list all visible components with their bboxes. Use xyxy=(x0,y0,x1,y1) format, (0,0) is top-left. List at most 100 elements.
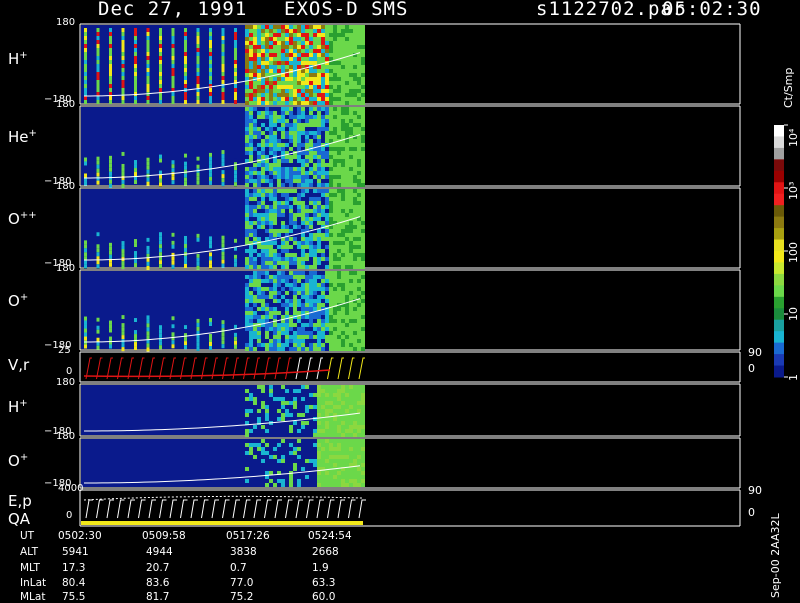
spectrogram-cell xyxy=(337,471,341,475)
spectrogram-cell xyxy=(234,68,237,72)
spectrogram-cell xyxy=(301,271,305,275)
spectrogram-cell xyxy=(333,421,337,425)
spectrogram-cell xyxy=(309,73,313,77)
spectrogram-cell xyxy=(109,155,112,160)
spectrogram-cell xyxy=(293,447,297,451)
spectrogram-cell xyxy=(325,311,329,315)
spectrogram-cell xyxy=(289,279,293,283)
spectrogram-cell xyxy=(361,253,365,257)
spectrogram-cell xyxy=(289,323,293,327)
spectrogram-cell xyxy=(234,60,237,64)
spectrogram-cell xyxy=(273,69,277,73)
spectrogram-cell xyxy=(265,127,269,131)
spectrogram-cell xyxy=(305,53,309,57)
spectrogram-cell xyxy=(257,271,261,275)
spectrogram-cell xyxy=(277,119,281,123)
spectrogram-cell xyxy=(353,37,357,41)
spectrogram-cell xyxy=(257,197,261,201)
spectrogram-cell xyxy=(261,93,265,97)
spectrogram-cell xyxy=(265,479,269,483)
spectrogram-cell xyxy=(245,429,249,433)
spectrogram-cell xyxy=(353,245,357,249)
spectrogram-cell xyxy=(171,92,175,96)
spectrogram-cell xyxy=(317,193,321,197)
spectrogram-cell xyxy=(305,115,309,119)
spectrogram-cell xyxy=(313,183,317,187)
spectrogram-cell xyxy=(333,241,337,245)
spectrogram-cell xyxy=(301,283,305,287)
spectrogram-cell xyxy=(289,41,293,45)
spectrogram-cell xyxy=(361,65,365,69)
spectrogram-cell xyxy=(313,197,317,201)
spectrogram-cell xyxy=(329,81,333,85)
spectrogram-cell xyxy=(249,343,253,347)
spectrogram-cell xyxy=(234,254,237,259)
spectrogram-cell xyxy=(361,397,365,401)
spectrogram-cell xyxy=(329,257,333,261)
spectrogram-cell xyxy=(273,171,277,175)
spectrogram-cell xyxy=(301,327,305,331)
spectrogram-cell xyxy=(277,245,281,249)
spectrogram-cell xyxy=(317,147,321,151)
spectrogram-cell xyxy=(341,49,345,53)
spectrogram-cell xyxy=(273,179,277,183)
spectrogram-cell xyxy=(245,315,249,319)
spectrogram-cell xyxy=(273,393,277,397)
energy-trace xyxy=(96,499,104,519)
spectrogram-cell xyxy=(245,57,249,61)
spectrogram-cell xyxy=(261,111,265,115)
spectrogram-cell xyxy=(257,287,261,291)
spectrogram-cell xyxy=(261,143,265,147)
spectrogram-cell xyxy=(353,81,357,85)
spectrogram-cell xyxy=(269,405,273,409)
spectrogram-cell xyxy=(329,241,333,245)
spectrogram-cell xyxy=(353,347,357,351)
spectrogram-cell xyxy=(353,447,357,451)
spectrogram-cell xyxy=(245,41,249,45)
spectrogram-cell xyxy=(325,171,329,175)
spectrogram-cell xyxy=(333,89,337,93)
spectrogram-cell xyxy=(325,393,329,397)
spectrogram-cell xyxy=(121,335,125,340)
spectrogram-cell xyxy=(171,232,175,237)
spectrogram-cell xyxy=(329,213,333,217)
spectrogram-cell xyxy=(349,29,353,33)
spectrogram-cell xyxy=(361,205,365,209)
spectrogram-cell xyxy=(253,483,257,487)
spectrogram-cell xyxy=(301,213,305,217)
spectrogram-cell xyxy=(293,205,297,209)
spectrogram-cell xyxy=(289,421,293,425)
spectrogram-cell xyxy=(261,205,265,209)
spectrogram-cell xyxy=(329,29,333,33)
spectrogram-cell xyxy=(249,299,253,303)
spectrogram-cell xyxy=(285,257,289,261)
spectrogram-cell xyxy=(325,261,329,265)
spectrogram-cell xyxy=(297,319,301,323)
spectrogram-cell xyxy=(109,32,112,36)
spectrogram-cell xyxy=(285,111,289,115)
spectrogram-cell xyxy=(309,413,313,417)
spectrogram-cell xyxy=(209,28,212,32)
spectrogram-cell xyxy=(313,271,317,275)
spectrogram-cell xyxy=(269,77,273,81)
spectrogram-cell xyxy=(361,287,365,291)
spectrogram-cell xyxy=(289,303,293,307)
spectrogram-cell xyxy=(84,96,87,100)
spectrogram-cell xyxy=(196,326,200,331)
spectrogram-cell xyxy=(257,135,261,139)
spectrogram-cell xyxy=(317,271,321,275)
spectrogram-cell xyxy=(293,147,297,151)
spectrogram-cell xyxy=(321,123,325,127)
spectrogram-cell xyxy=(245,409,249,413)
spectrogram-cell xyxy=(261,57,265,61)
spectrogram-cell xyxy=(349,131,353,135)
spectrogram-cell xyxy=(171,264,175,269)
spectrogram-cell xyxy=(321,265,325,269)
spectrogram-cell xyxy=(353,271,357,275)
spectrogram-cell xyxy=(353,127,357,131)
spectrogram-cell xyxy=(309,347,313,351)
spectrogram-cell xyxy=(146,84,150,88)
spectrogram-cell xyxy=(333,275,337,279)
spectrogram-cell xyxy=(109,316,112,321)
spectrogram-cell xyxy=(353,295,357,299)
